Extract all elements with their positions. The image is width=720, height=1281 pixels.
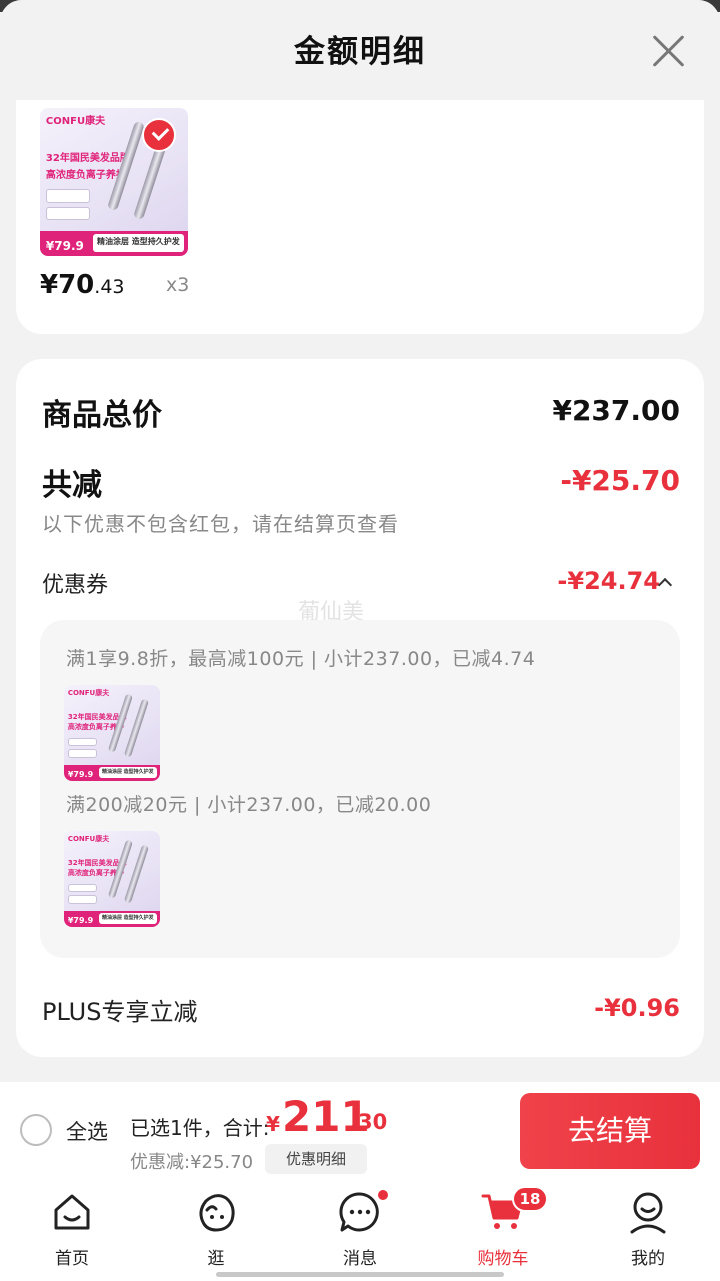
home-indicator [216, 1272, 504, 1277]
discount-note: 以下优惠不包含红包，请在结算页查看 [42, 512, 399, 536]
product-thumbnail: CONFU康夫 32年国民美发品牌 高浓度负离子养护 ¥79.9 精油涂层 造型… [64, 685, 160, 781]
unread-dot [376, 1188, 390, 1202]
brand-logo: CONFU康夫 [67, 834, 110, 843]
total-label: 商品总价 [42, 398, 162, 433]
feature-box [67, 749, 97, 758]
feature-box [45, 189, 91, 203]
profile-icon [630, 1192, 666, 1234]
discover-icon [199, 1194, 235, 1232]
total-value: ¥237.00 [552, 394, 680, 427]
brand-logo: CONFU康夫 [45, 116, 106, 128]
product-slogan: 精油涂层 造型持久护发 [98, 912, 158, 925]
brand-logo: CONFU康夫 [67, 688, 110, 697]
item-price: ¥70.43 [40, 270, 125, 300]
tab-label: 我的 [631, 1249, 665, 1269]
promo-price: ¥79.9 [45, 239, 84, 254]
feature-box [67, 883, 97, 893]
discount-detail-button[interactable]: 优惠明细 [265, 1144, 367, 1174]
coupon-value[interactable]: -¥24.74 [557, 567, 660, 595]
coupon-rule: 满200减20元 | 小计237.00，已减20.00 [66, 794, 432, 816]
sheet-header: 金额明细 [0, 0, 720, 100]
plus-discount-label: PLUS专享立减 [42, 998, 198, 1026]
tab-profile[interactable]: 我的 [598, 1190, 698, 1270]
coupon-label[interactable]: 优惠券 [42, 567, 108, 599]
tab-label: 购物车 [477, 1249, 529, 1269]
tab-messages[interactable]: 消息 [310, 1190, 410, 1270]
product-headline: 32年国民美发品牌 [45, 153, 130, 165]
feature-box [45, 207, 91, 221]
promo-price: ¥79.9 [67, 916, 94, 926]
tab-label: 逛 [207, 1249, 225, 1269]
tab-label: 消息 [343, 1249, 377, 1269]
product-thumbnail: CONFU康夫 32年国民美发品牌 高浓度负离子养护 ¥79.9 精油涂层 造型… [64, 831, 160, 927]
reduce-value: -¥25.70 [560, 464, 680, 497]
discount-summary: 优惠减:¥25.70 [130, 1152, 254, 1173]
product-slogan: 精油涂层 造型持久护发 [93, 233, 184, 252]
product-subheadline: 高浓度负离子养护 [45, 169, 126, 181]
total-currency: ¥ [266, 1112, 280, 1136]
tab-label: 首页 [55, 1249, 89, 1269]
promo-price: ¥79.9 [67, 770, 94, 780]
select-all-label[interactable]: 全选 [66, 1116, 108, 1146]
total-amount-decimal: .30 [350, 1110, 388, 1134]
select-all-radio[interactable] [20, 1114, 52, 1146]
checkout-button[interactable]: 去结算 [520, 1093, 700, 1169]
item-quantity: x3 [166, 274, 190, 296]
cart-count-badge: 18 [512, 1186, 548, 1212]
product-slogan: 精油涂层 造型持久护发 [98, 766, 158, 779]
sheet-title: 金额明细 [294, 34, 426, 70]
plus-discount-value: -¥0.96 [594, 994, 680, 1022]
close-icon[interactable] [648, 30, 690, 72]
selected-count-text: 已选1件，合计: [130, 1116, 270, 1140]
feature-box [67, 895, 97, 904]
tab-discover[interactable]: 逛 [166, 1190, 266, 1270]
feature-box [67, 737, 97, 747]
reduce-label: 共减 [42, 468, 102, 503]
tab-home[interactable]: 首页 [22, 1190, 122, 1270]
home-icon [54, 1194, 90, 1230]
check-icon[interactable] [142, 118, 176, 152]
coupon-rule: 满1享9.8折，最高减100元 | 小计237.00，已减4.74 [66, 648, 536, 670]
